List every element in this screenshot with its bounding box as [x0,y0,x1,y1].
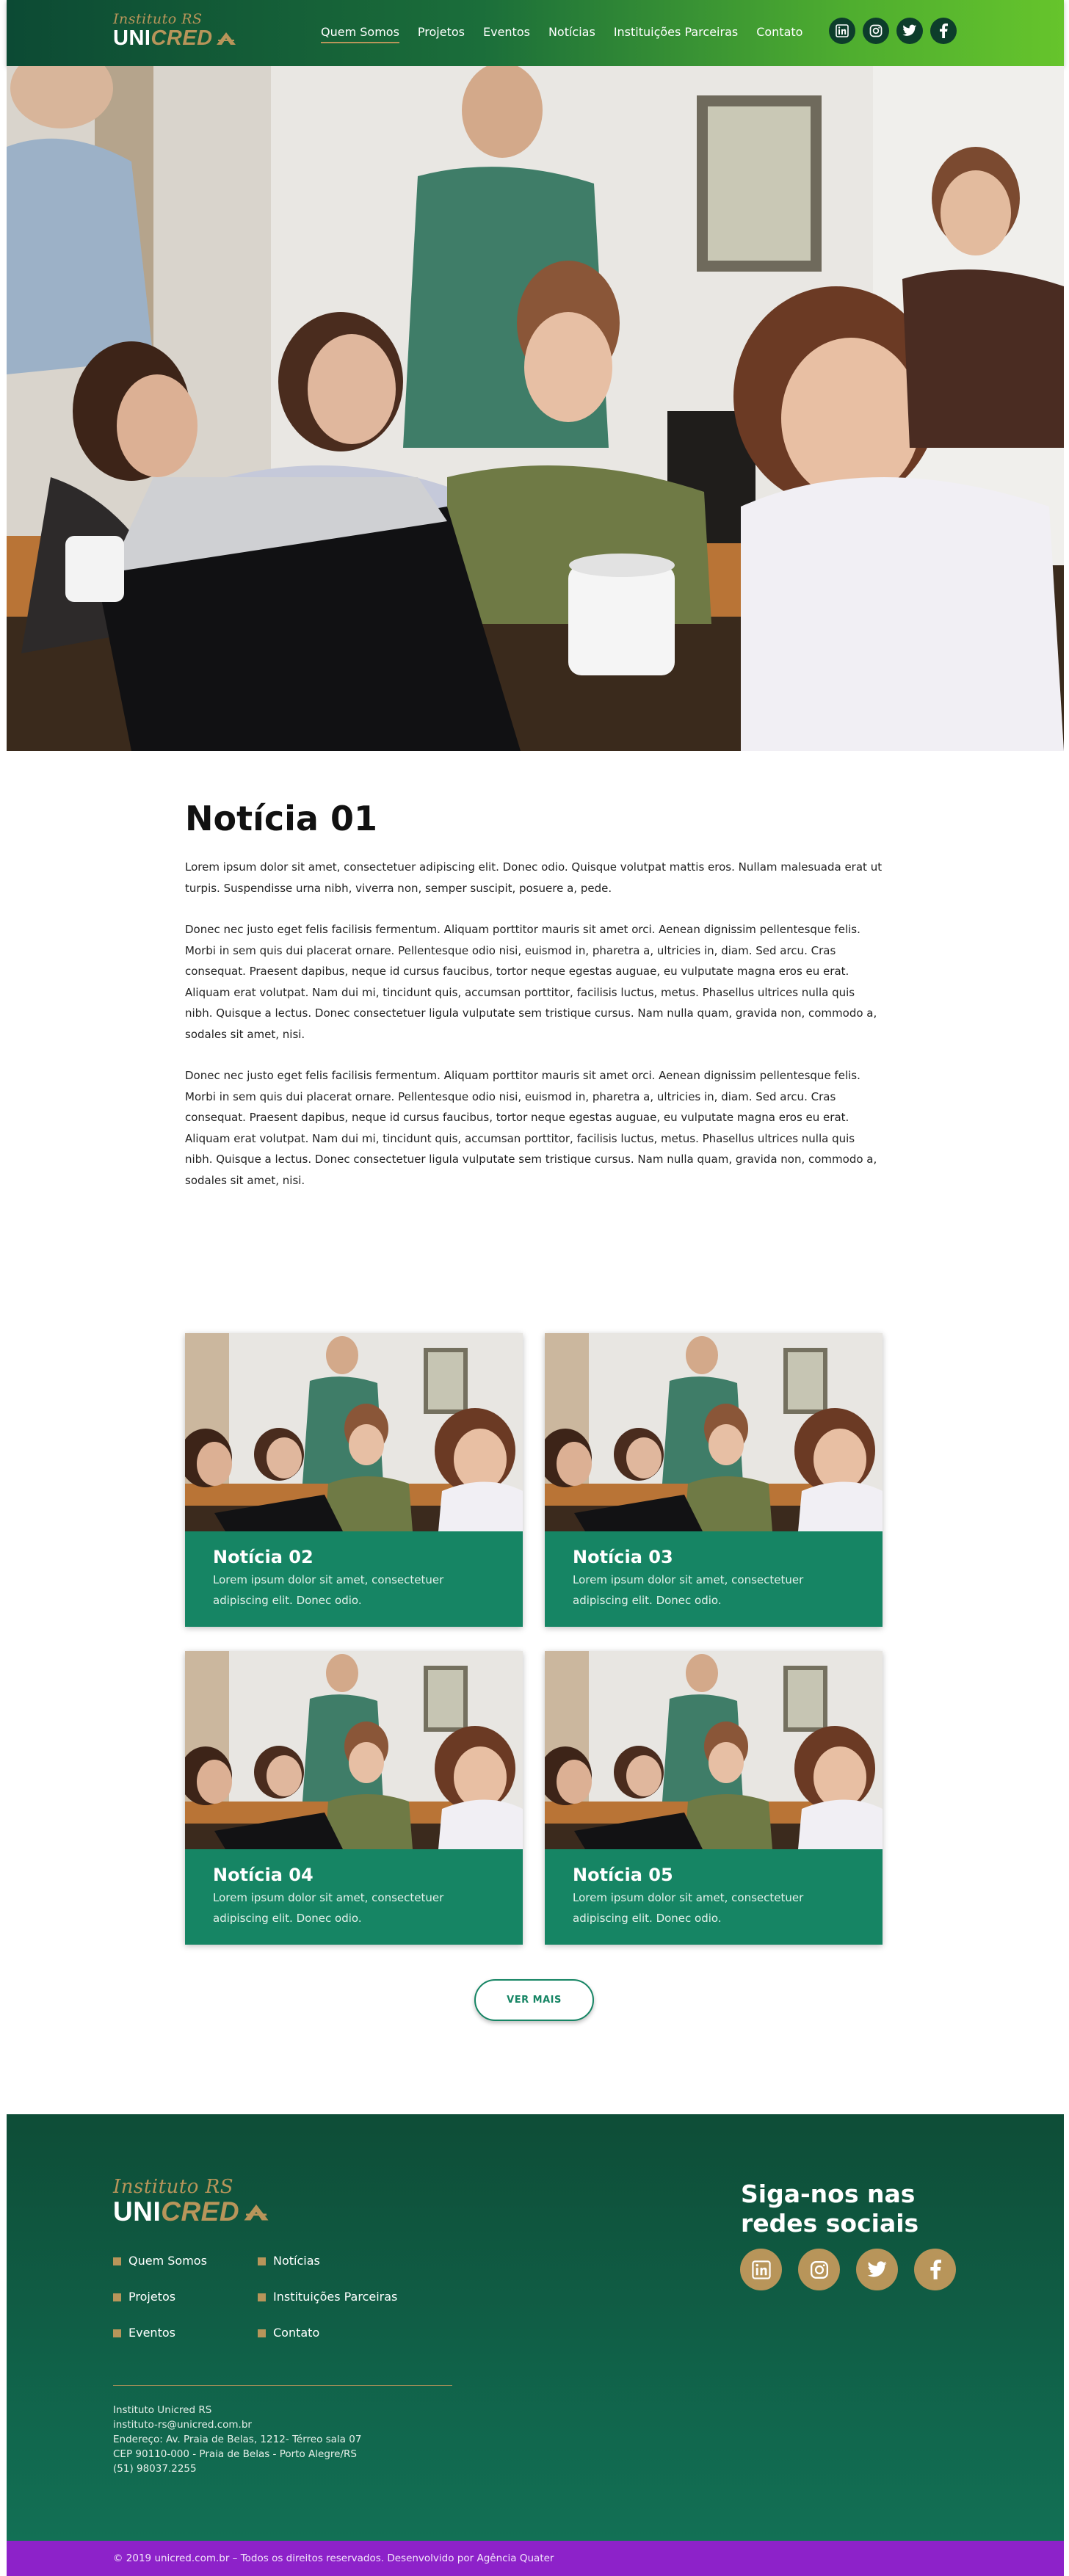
footer-divider [113,2385,452,2386]
nav-item-contato[interactable]: Contato [756,25,802,43]
news-card-image [185,1651,523,1849]
page: Instituto RS UNICRED Quem Somos Projetos… [0,0,1069,2576]
logo-wordmark: UNICRED [113,2197,271,2227]
hero-image [7,66,1064,751]
bullet-square-icon [258,2329,266,2337]
news-card-image [185,1333,523,1531]
footer-contact: Instituto Unicred RS instituto-rs@unicre… [113,2403,361,2476]
instagram-icon[interactable] [863,18,889,44]
bullet-square-icon [258,2257,266,2265]
contact-address: Endereço: Av. Praia de Belas, 1212- Térr… [113,2434,362,2445]
news-card-body: Notícia 04 Lorem ipsum dolor sit amet, c… [185,1849,523,1945]
footer-nav: Quem Somos Notícias Projetos Instituiçõe… [113,2254,458,2371]
logo-script-text: Instituto RS [113,11,203,27]
footer-nav-item-projetos[interactable]: Projetos [113,2290,175,2304]
linkedin-icon[interactable] [829,18,855,44]
news-card[interactable]: Notícia 04 Lorem ipsum dolor sit amet, c… [185,1651,523,1945]
news-card-title: Notícia 05 [573,1865,673,1885]
news-card-title: Notícia 02 [213,1547,314,1567]
bullet-square-icon [113,2293,121,2301]
article-paragraph: Donec nec justo eget felis facilisis fer… [185,923,877,1041]
facebook-icon[interactable] [930,18,957,44]
copyright-text: © 2019 unicred.com.br – Todos os direito… [113,2553,554,2564]
news-card-body: Notícia 03 Lorem ipsum dolor sit amet, c… [545,1531,883,1627]
news-card-image [545,1333,883,1531]
logo-wordmark: UNICRED [113,26,237,50]
header-social-links [829,18,957,44]
hero-photo [7,66,1064,751]
linkedin-icon[interactable] [740,2249,782,2290]
bullet-square-icon [113,2257,121,2265]
news-card[interactable]: Notícia 03 Lorem ipsum dolor sit amet, c… [545,1333,883,1627]
news-card[interactable]: Notícia 02 Lorem ipsum dolor sit amet, c… [185,1333,523,1627]
news-card-body: Notícia 02 Lorem ipsum dolor sit amet, c… [185,1531,523,1627]
nav-item-eventos[interactable]: Eventos [483,25,530,43]
footer-nav-label: Quem Somos [128,2254,207,2268]
nav-item-instituicoes-parceiras[interactable]: Instituições Parceiras [614,25,738,43]
news-card-excerpt: Lorem ipsum dolor sit amet, consectetuer… [573,1573,804,1607]
footer-logo[interactable]: Instituto RS UNICRED [113,2177,271,2227]
footer-nav-label: Instituições Parceiras [273,2290,398,2304]
news-card-title: Notícia 03 [573,1547,673,1567]
footer-nav-item-contato[interactable]: Contato [258,2326,319,2340]
bullet-square-icon [258,2293,266,2301]
bullet-square-icon [113,2329,121,2337]
news-card-image [545,1651,883,1849]
news-card-body: Notícia 05 Lorem ipsum dolor sit amet, c… [545,1849,883,1945]
article-title: Notícia 01 [185,799,377,838]
logo-cred: CRED [161,2196,240,2227]
footer-nav-label: Contato [273,2326,320,2340]
news-card[interactable]: Notícia 05 Lorem ipsum dolor sit amet, c… [545,1651,883,1945]
footer-nav-item-noticias[interactable]: Notícias [258,2254,320,2268]
footer-nav-label: Projetos [128,2290,176,2304]
footer-nav-label: Notícias [273,2254,320,2268]
nav-item-noticias[interactable]: Notícias [548,25,595,43]
contact-org-name: Instituto Unicred RS [113,2404,212,2416]
footer-social-title: Siga-nos nas redes sociais [741,2180,919,2238]
footer-nav-item-quem-somos[interactable]: Quem Somos [113,2254,207,2268]
article: Notícia 01 Lorem ipsum dolor sit amet, c… [185,797,883,1211]
site-footer: Instituto RS UNICRED Quem Somos Notícias… [7,2114,1064,2541]
news-card-excerpt: Lorem ipsum dolor sit amet, consectetuer… [573,1891,804,1925]
nav-item-projetos[interactable]: Projetos [418,25,465,43]
logo-mark-icon [244,2204,269,2221]
logo-mark-icon [216,32,236,45]
twitter-icon[interactable] [856,2249,898,2290]
contact-email[interactable]: instituto-rs@unicred.com.br [113,2417,361,2432]
nav-item-quem-somos[interactable]: Quem Somos [321,25,399,43]
facebook-icon[interactable] [914,2249,956,2290]
news-card-excerpt: Lorem ipsum dolor sit amet, consectetuer… [213,1891,444,1925]
news-card-excerpt: Lorem ipsum dolor sit amet, consectetuer… [213,1573,444,1607]
copyright-bar: © 2019 unicred.com.br – Todos os direito… [7,2541,1064,2576]
footer-nav-item-instituicoes-parceiras[interactable]: Instituições Parceiras [258,2290,397,2304]
logo-uni: UNI [113,26,151,50]
footer-social-links [740,2249,956,2290]
logo-cred: CRED [151,26,213,50]
footer-nav-item-eventos[interactable]: Eventos [113,2326,175,2340]
contact-phone: (51) 98037.2255 [113,2463,197,2475]
site-header: Instituto RS UNICRED Quem Somos Projetos… [7,0,1064,66]
article-paragraph: Donec nec justo eget felis facilisis fer… [185,1069,877,1187]
news-card-title: Notícia 04 [213,1865,314,1885]
footer-nav-label: Eventos [128,2326,175,2340]
main-nav: Quem Somos Projetos Eventos Notícias Ins… [321,25,821,43]
logo[interactable]: Instituto RS UNICRED [113,12,237,50]
contact-postal-code: CEP 90110-000 - Praia de Belas - Porto A… [113,2448,357,2460]
logo-uni: UNI [113,2196,162,2227]
instagram-icon[interactable] [798,2249,840,2290]
article-paragraph: Lorem ipsum dolor sit amet, consectetuer… [185,860,883,895]
twitter-icon[interactable] [896,18,923,44]
logo-script-text: Instituto RS [113,2176,234,2198]
see-more-button[interactable]: VER MAIS [474,1979,594,2021]
